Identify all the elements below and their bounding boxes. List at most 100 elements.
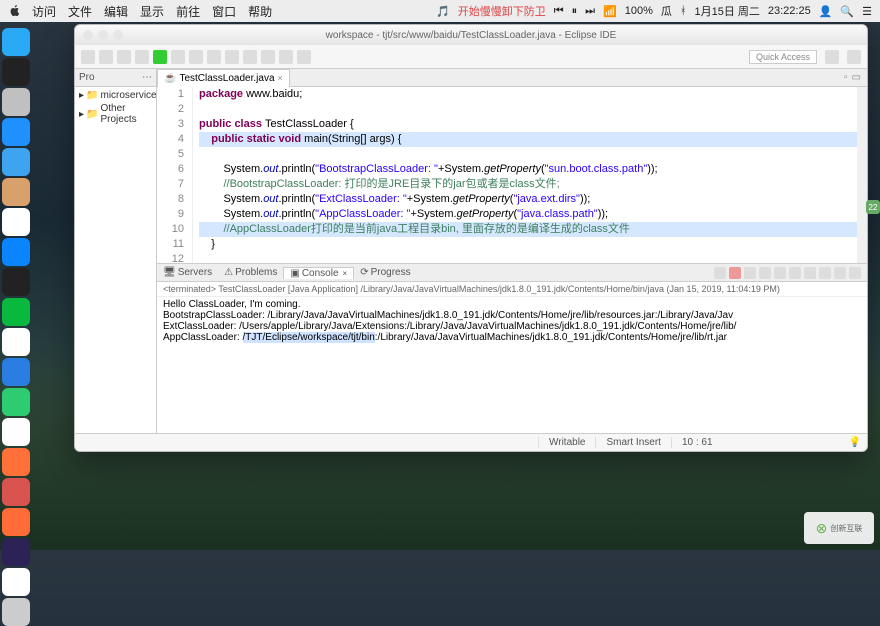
menu-help[interactable]: 帮助 (248, 3, 272, 20)
code-line-6[interactable]: System.out.println("BootstrapClassLoader… (199, 162, 867, 177)
save-all-icon[interactable] (117, 50, 131, 64)
open-type-icon[interactable] (225, 50, 239, 64)
tree-item-1[interactable]: ▸📁Other Projects (79, 102, 152, 126)
dock-mail[interactable] (2, 148, 30, 176)
close-tab-icon[interactable]: × (278, 73, 283, 83)
debug-icon[interactable] (135, 50, 149, 64)
nav-back-icon[interactable] (279, 50, 293, 64)
code-line-1[interactable]: package www.baidu; (199, 87, 867, 102)
editor-minimize-icon[interactable]: ▫ (844, 72, 848, 83)
tree-item-0[interactable]: ▸📁microservicecloud (79, 89, 152, 102)
playback-pause-icon[interactable]: ⏸ (572, 5, 578, 18)
tip-icon[interactable]: 💡 (843, 437, 867, 448)
menu-view[interactable]: 显示 (140, 3, 164, 20)
code-line-11[interactable]: } (199, 237, 867, 252)
perspective-java-icon[interactable] (825, 50, 839, 64)
dock-textedit[interactable] (2, 568, 30, 596)
status-insert-mode: Smart Insert (595, 437, 670, 448)
menu-access[interactable]: 访问 (32, 3, 56, 20)
coverage-icon[interactable] (171, 50, 185, 64)
quick-access-input[interactable]: Quick Access (749, 50, 817, 64)
dock-contacts[interactable] (2, 178, 30, 206)
line-gutter: 1234567891011121314 (157, 87, 193, 263)
console-min-icon[interactable] (834, 267, 846, 279)
console-open-icon[interactable] (819, 267, 831, 279)
watermark: ⊗ 创新互联 (804, 512, 874, 544)
console-pin-icon[interactable] (789, 267, 801, 279)
editor-maximize-icon[interactable]: ▭ (852, 72, 861, 83)
console-scroll-lock-icon[interactable] (774, 267, 786, 279)
notification-icon[interactable]: ☰ (862, 5, 872, 18)
tab-console[interactable]: ▣Console× (283, 267, 354, 279)
traffic-lights[interactable] (83, 30, 123, 40)
new-class-icon[interactable] (207, 50, 221, 64)
tab-servers[interactable]: 🖥Servers (157, 267, 218, 278)
search-icon[interactable]: 🔍 (840, 5, 854, 18)
dock-kuwo[interactable] (2, 358, 30, 386)
playback-prev-icon[interactable]: ⏮ (554, 5, 564, 18)
dock-qq[interactable] (2, 328, 30, 356)
status-writable: Writable (538, 437, 596, 448)
dock-postman[interactable] (2, 508, 30, 536)
dock-finder[interactable] (2, 28, 30, 56)
new-package-icon[interactable] (189, 50, 203, 64)
code-line-5[interactable] (199, 147, 867, 162)
console-output[interactable]: Hello ClassLoader, I'm coming.BootstrapC… (157, 297, 867, 433)
dock-eclipse[interactable] (2, 538, 30, 566)
playback-next-icon[interactable]: ⏭ (585, 5, 595, 18)
code-line-9[interactable]: System.out.println("AppClassLoader: "+Sy… (199, 207, 867, 222)
tab-progress[interactable]: ⟳Progress (354, 267, 416, 278)
nav-forward-icon[interactable] (297, 50, 311, 64)
run-icon[interactable] (153, 50, 167, 64)
dock-music[interactable] (2, 418, 30, 446)
dock-trash[interactable] (2, 598, 30, 626)
menubar-date[interactable]: 1月15日 周二 (694, 3, 759, 19)
window-titlebar[interactable]: workspace - tjt/src/www/baidu/TestClassL… (75, 25, 867, 45)
dock-siri[interactable] (2, 58, 30, 86)
menu-window[interactable]: 窗口 (212, 3, 236, 20)
console-remove-icon[interactable] (714, 267, 726, 279)
console-clear-icon[interactable] (759, 267, 771, 279)
ime-indicator[interactable]: 瓜 (661, 3, 672, 19)
code-editor[interactable]: 1234567891011121314 package www.baidu; pu… (157, 87, 867, 263)
dock-video[interactable] (2, 388, 30, 416)
code-line-3[interactable]: public class TestClassLoader { (199, 117, 867, 132)
code-line-4[interactable]: public static void main(String[] args) { (199, 132, 867, 147)
zoom-window-icon[interactable] (113, 30, 123, 40)
menu-edit[interactable]: 编辑 (104, 3, 128, 20)
bluetooth-icon[interactable]: ᚼ (680, 5, 687, 17)
code-line-2[interactable] (199, 102, 867, 117)
spotlight-icon[interactable]: 👤 (819, 5, 833, 18)
console-max-icon[interactable] (849, 267, 861, 279)
search-toolbar-icon[interactable] (243, 50, 257, 64)
console-terminate-icon[interactable] (744, 267, 756, 279)
console-display-icon[interactable] (804, 267, 816, 279)
code-line-10[interactable]: //AppClassLoader打印的是当前java工程目录bin, 里面存放的… (199, 222, 867, 237)
menu-file[interactable]: 文件 (68, 3, 92, 20)
code-line-12[interactable] (199, 252, 867, 263)
dock-terminal[interactable] (2, 268, 30, 296)
code-line-8[interactable]: System.out.println("ExtClassLoader: "+Sy… (199, 192, 867, 207)
close-window-icon[interactable] (83, 30, 93, 40)
save-icon[interactable] (99, 50, 113, 64)
code-line-7[interactable]: //BootstrapClassLoader: 打印的是JRE目录下的jar包或… (199, 177, 867, 192)
new-icon[interactable] (81, 50, 95, 64)
perspective-debug-icon[interactable] (847, 50, 861, 64)
editor-scrollbar[interactable] (857, 87, 867, 263)
dock-launchpad[interactable] (2, 88, 30, 116)
dock-dictionary[interactable] (2, 478, 30, 506)
editor-tab-testclassloader[interactable]: ☕ TestClassLoader.java × (157, 69, 290, 87)
toggle-breakpoint-icon[interactable] (261, 50, 275, 64)
wifi-icon[interactable]: 📶 (603, 5, 617, 18)
dock-appstore[interactable] (2, 238, 30, 266)
dock-calendar[interactable] (2, 208, 30, 236)
console-remove-all-icon[interactable] (729, 267, 741, 279)
menu-go[interactable]: 前往 (176, 3, 200, 20)
dock-firefox[interactable] (2, 448, 30, 476)
minimize-window-icon[interactable] (98, 30, 108, 40)
dock-wechat[interactable] (2, 298, 30, 326)
menubar-time[interactable]: 23:22:25 (768, 5, 811, 17)
dock-safari[interactable] (2, 118, 30, 146)
tab-problems[interactable]: ⚠Problems (218, 267, 283, 278)
sidebar-mini-icons[interactable]: ⋯ (142, 72, 152, 83)
